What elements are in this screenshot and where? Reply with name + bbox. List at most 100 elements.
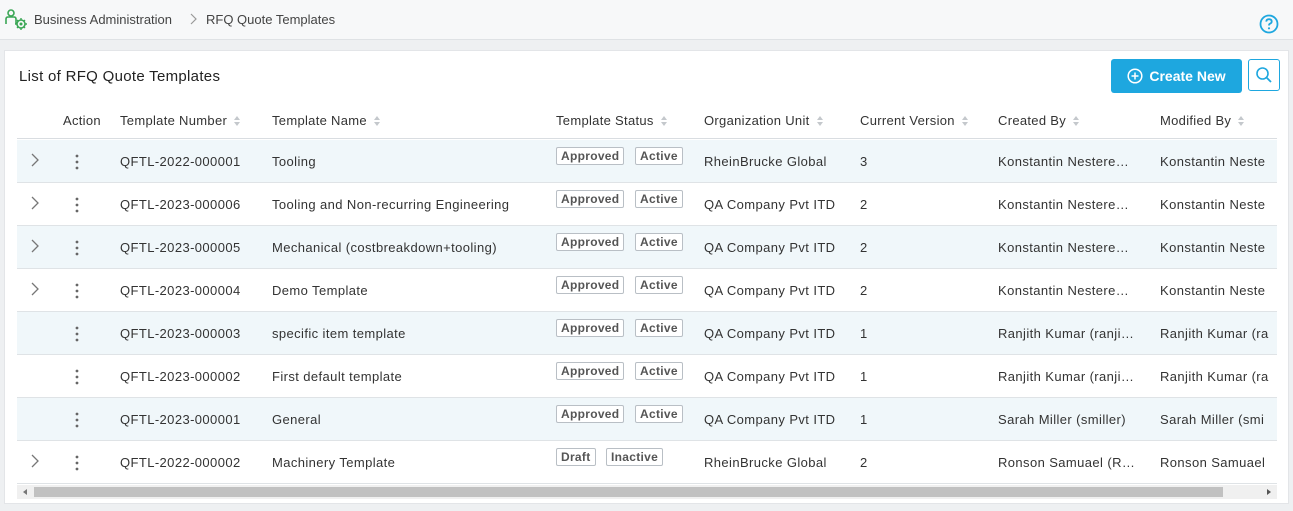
plus-circle-icon [1127,68,1143,84]
search-button[interactable] [1248,59,1280,91]
sort-icon [1073,115,1080,126]
organization-unit-cell: QA Company Pvt ITD [704,412,836,427]
table-header: Action Template Number Template Name Tem… [17,101,1277,139]
help-circle-icon[interactable] [1259,14,1279,34]
created-by-cell: Ranjith Kumar (ranji… [998,326,1135,341]
kebab-menu-icon[interactable] [73,325,81,343]
current-version-cell: 3 [860,154,868,169]
table-row[interactable]: QFTL-2022-000002 Machinery Template Draft I… [17,441,1277,484]
current-version-cell: 1 [860,412,868,427]
column-header-modified-by[interactable]: Modified By [1160,113,1245,128]
create-new-label: Create New [1149,68,1226,84]
template-number-cell[interactable]: QFTL-2023-000001 [120,412,241,427]
column-header-created-by[interactable]: Created By [998,113,1080,128]
chevron-right-icon[interactable] [29,195,41,211]
modified-by-cell: Ranjith Kumar (ra [1160,369,1269,384]
template-name-cell: General [272,412,322,427]
modified-by-cell: Konstantin Neste [1160,283,1266,298]
state-badge: Active [635,190,683,208]
create-new-button[interactable]: Create New [1111,59,1242,93]
organization-unit-cell: RheinBrucke Global [704,154,827,169]
chevron-right-icon[interactable] [29,238,41,254]
kebab-menu-icon[interactable] [73,411,81,429]
column-header-template-number[interactable]: Template Number [120,113,241,128]
status-badge: Approved [556,319,625,337]
organization-unit-cell: QA Company Pvt ITD [704,369,836,384]
template-name-cell: Machinery Template [272,455,396,470]
kebab-menu-icon[interactable] [73,196,81,214]
created-by-cell: Konstantin Nestere… [998,154,1130,169]
column-header-template-status[interactable]: Template Status [556,113,668,128]
table-row[interactable]: QFTL-2023-000006 Tooling and Non-recurrin… [17,183,1277,226]
sort-icon [816,115,823,126]
kebab-menu-icon[interactable] [73,153,81,171]
status-badge: Draft [556,448,596,466]
breadcrumb-business-administration[interactable]: Business Administration [34,12,172,27]
status-badge: Approved [556,233,625,251]
created-by-cell: Konstantin Nestere… [998,197,1130,212]
column-header-current-version[interactable]: Current Version [860,113,969,128]
template-number-cell[interactable]: QFTL-2022-000002 [120,455,241,470]
table-row[interactable]: QFTL-2023-000005 Mechanical (costbreakdow… [17,226,1277,269]
scroll-left-icon[interactable] [21,488,29,496]
top-bar: Business Administration RFQ Quote Templa… [0,0,1293,40]
state-badge: Active [635,405,683,423]
current-version-cell: 2 [860,240,868,255]
template-number-cell[interactable]: QFTL-2023-000002 [120,369,241,384]
templates-panel: List of RFQ Quote Templates Create New A… [4,50,1289,504]
modified-by-cell: Konstantin Neste [1160,197,1266,212]
modified-by-cell: Ranjith Kumar (ra [1160,326,1269,341]
template-name-cell: Mechanical (costbreakdown+tooling) [272,240,497,255]
current-version-cell: 1 [860,369,868,384]
sort-icon [234,115,241,126]
breadcrumb-rfq-quote-templates: RFQ Quote Templates [206,12,336,27]
template-number-cell[interactable]: QFTL-2023-000005 [120,240,241,255]
scrollbar-thumb[interactable] [34,487,1223,497]
chevron-right-icon[interactable] [29,152,41,168]
kebab-menu-icon[interactable] [73,282,81,300]
template-name-cell: First default template [272,369,403,384]
status-badge: Approved [556,362,625,380]
organization-unit-cell: QA Company Pvt ITD [704,283,836,298]
table-row[interactable]: QFTL-2023-000002 First default template Ap… [17,355,1277,398]
current-version-cell: 1 [860,326,868,341]
kebab-menu-icon[interactable] [73,368,81,386]
template-name-cell: Tooling [272,154,316,169]
current-version-cell: 2 [860,455,868,470]
table-row[interactable]: QFTL-2022-000001 Tooling Approved Active Rhe… [17,140,1277,183]
sort-icon [1238,115,1245,126]
template-number-cell[interactable]: QFTL-2022-000001 [120,154,241,169]
chevron-right-icon[interactable] [29,281,41,297]
kebab-menu-icon[interactable] [73,239,81,257]
template-name-cell: specific item template [272,326,406,341]
organization-unit-cell: QA Company Pvt ITD [704,326,836,341]
state-badge: Active [635,276,683,294]
sort-icon [373,115,380,126]
scroll-right-icon[interactable] [1265,488,1273,496]
created-by-cell: Sarah Miller (smiller) [998,412,1126,427]
status-badge: Approved [556,190,625,208]
table-row[interactable]: QFTL-2023-000003 specific item template Ap… [17,312,1277,355]
status-badge: Approved [556,405,625,423]
kebab-menu-icon[interactable] [73,454,81,472]
state-badge: Active [635,319,683,337]
table-row[interactable]: QFTL-2023-000004 Demo Template Approved Act… [17,269,1277,312]
sort-icon [660,115,667,126]
chevron-right-icon[interactable] [29,453,41,469]
status-badge: Approved [556,276,625,294]
template-number-cell[interactable]: QFTL-2023-000004 [120,283,241,298]
template-name-cell: Tooling and Non-recurring Engineering [272,197,510,212]
column-header-template-name[interactable]: Template Name [272,113,381,128]
status-badge: Approved [556,147,625,165]
table-row[interactable]: QFTL-2023-000001 General Approved Active QA … [17,398,1277,441]
templates-table: Action Template Number Template Name Tem… [17,101,1277,484]
template-number-cell[interactable]: QFTL-2023-000006 [120,197,241,212]
template-number-cell[interactable]: QFTL-2023-000003 [120,326,241,341]
state-badge: Active [635,233,683,251]
page-title: List of RFQ Quote Templates [19,68,221,85]
column-header-organization-unit[interactable]: Organization Unit [704,113,824,128]
modified-by-cell: Konstantin Neste [1160,154,1266,169]
gear-people-icon [5,9,27,30]
horizontal-scrollbar[interactable] [17,485,1277,499]
organization-unit-cell: RheinBrucke Global [704,455,827,470]
